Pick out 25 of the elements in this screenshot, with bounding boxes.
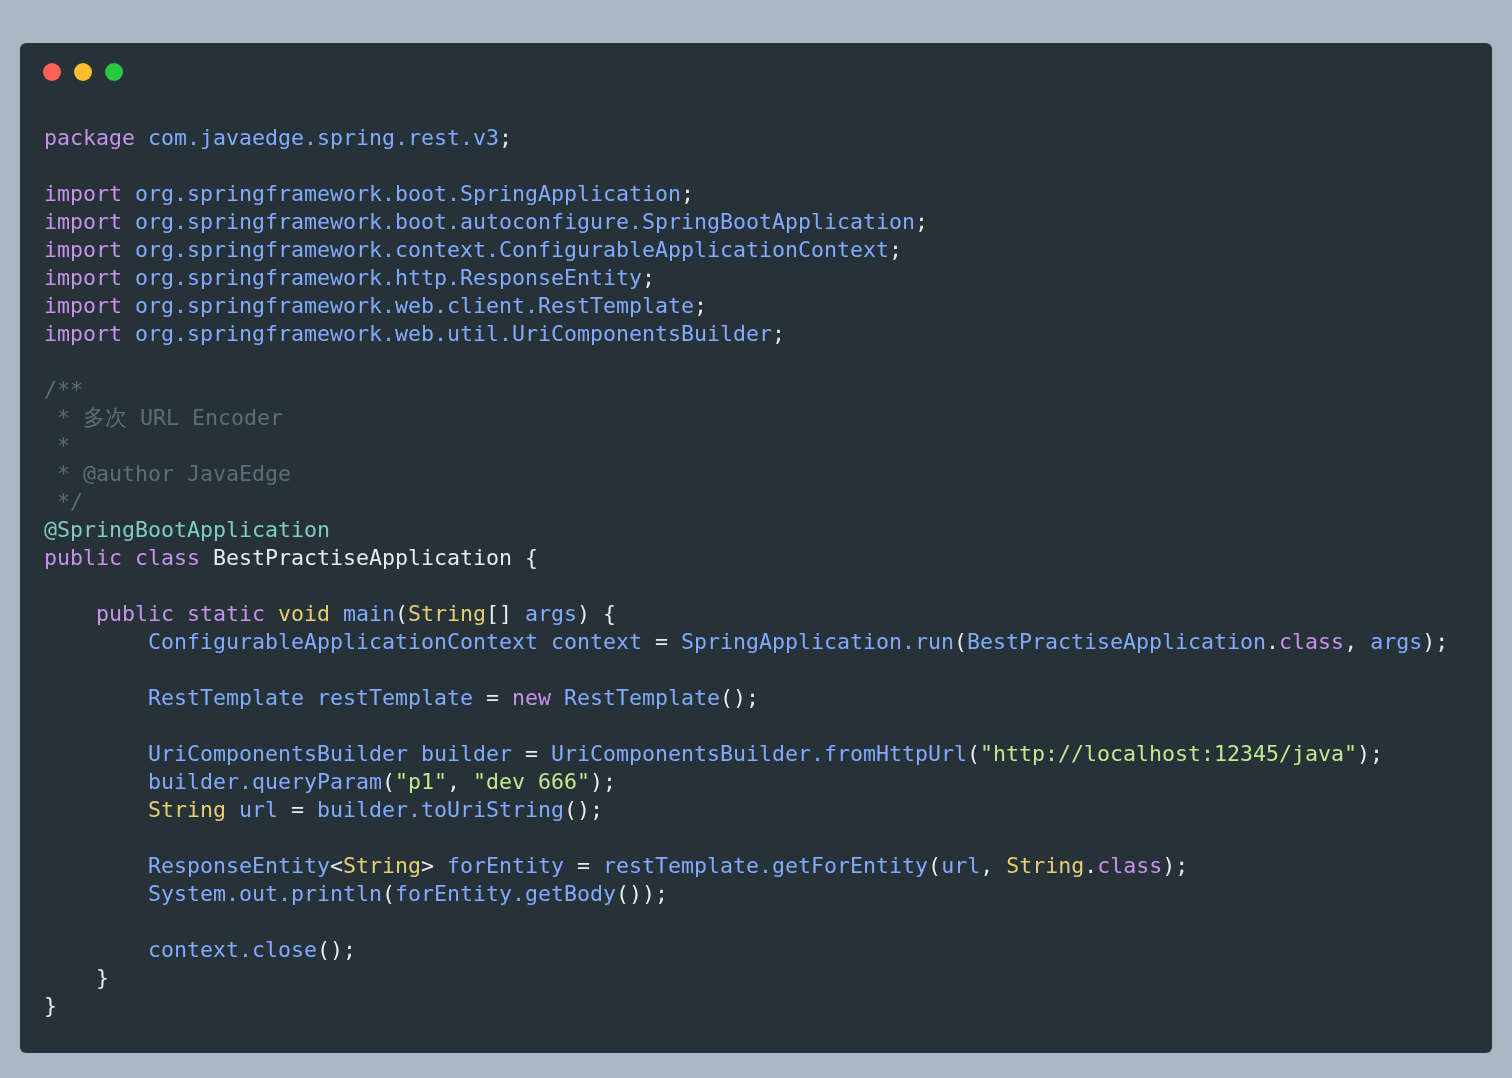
- code-line: builder.queryParam("p1", "dev 666");: [147, 769, 617, 794]
- code-line: package com.javaedge.spring.rest.v3;: [44, 125, 513, 150]
- code-line: System.out.println(forEntity.getBody());: [147, 881, 669, 906]
- code-line: * @author JavaEdge: [56, 461, 291, 486]
- code-line: */: [56, 489, 83, 514]
- code-line: context.close();: [147, 937, 357, 962]
- code-line: UriComponentsBuilder builder = UriComponentsBuilder.fromHttpUrl("http://localhost:12345/java");: [147, 741, 1384, 766]
- code-line: import org.springframework.http.ResponseEntity;: [44, 265, 656, 290]
- code-line: ConfigurableApplicationContext context = SpringApplication.run(BestPractiseApplication.class, args);: [147, 629, 1449, 654]
- code-line: }: [95, 965, 109, 990]
- code-line: public static void main(String[] args) {: [95, 601, 617, 626]
- code-line: import org.springframework.boot.autoconfigure.SpringBootApplication;: [44, 209, 929, 234]
- code-line: ResponseEntity<String> forEntity = restTemplate.getForEntity(url, String.class);: [147, 853, 1189, 878]
- code-line: }: [44, 993, 57, 1018]
- code-line: import org.springframework.web.client.RestTemplate;: [44, 293, 708, 318]
- code-line: @SpringBootApplication: [44, 517, 330, 542]
- code-line: public class BestPractiseApplication {: [44, 545, 539, 570]
- code-line: String url = builder.toUriString();: [147, 797, 604, 822]
- code-line: import org.springframework.web.util.UriComponentsBuilder;: [44, 321, 786, 346]
- code-line: import org.springframework.context.ConfigurableApplicationContext;: [44, 237, 903, 262]
- code-line: /**: [44, 377, 83, 402]
- code-line: *: [56, 433, 70, 458]
- code-line: * 多次 URL Encoder: [56, 405, 283, 430]
- code-line: import org.springframework.boot.SpringApplication;: [44, 181, 695, 206]
- code-line: RestTemplate restTemplate = new RestTemplate();: [147, 685, 760, 710]
